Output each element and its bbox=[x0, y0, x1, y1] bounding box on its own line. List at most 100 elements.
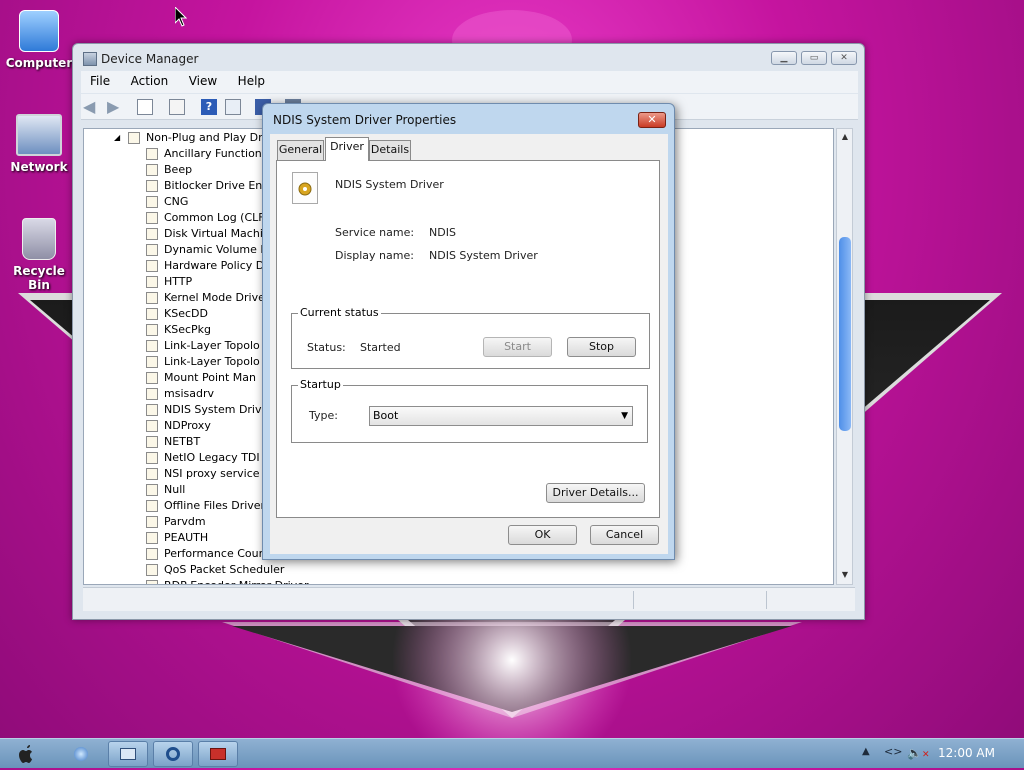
tab-driver[interactable]: Driver bbox=[325, 137, 369, 161]
startup-group: Startup Type: Boot ▼ bbox=[291, 378, 648, 443]
console-icon[interactable] bbox=[225, 99, 241, 115]
startup-type-select[interactable]: Boot ▼ bbox=[369, 406, 633, 426]
taskbar-search-button[interactable] bbox=[153, 741, 193, 767]
status-bar bbox=[83, 587, 855, 611]
driver-icon bbox=[146, 324, 158, 336]
tree-item-label: msisadrv bbox=[164, 387, 214, 400]
tree-item-label: Common Log (CLF bbox=[164, 211, 265, 224]
driver-icon bbox=[146, 196, 158, 208]
tree-item-label: Beep bbox=[164, 163, 193, 176]
window-title: Device Manager bbox=[101, 52, 199, 66]
scrollbar-thumb[interactable] bbox=[839, 237, 851, 431]
tree-parent-label: Non-Plug and Play Dr bbox=[146, 131, 263, 144]
clock[interactable]: 12:00 AM bbox=[938, 746, 995, 760]
driver-icon bbox=[146, 180, 158, 192]
driver-icon bbox=[146, 308, 158, 320]
desktop-icon-recycle-bin[interactable]: Recycle Bin bbox=[4, 218, 74, 292]
tree-item-label: Mount Point Man bbox=[164, 371, 256, 384]
start-button[interactable]: Start bbox=[483, 337, 552, 357]
driver-icon bbox=[146, 500, 158, 512]
startup-type-value: Boot bbox=[373, 409, 399, 422]
tree-item-label: Null bbox=[164, 483, 186, 496]
tree-item-label: QoS Packet Scheduler bbox=[164, 563, 285, 576]
recycle-bin-icon bbox=[22, 218, 56, 260]
driver-icon bbox=[146, 452, 158, 464]
scroll-down-arrow-icon[interactable]: ▼ bbox=[838, 568, 852, 582]
driver-icon bbox=[146, 516, 158, 528]
taskbar-device-manager-button[interactable] bbox=[198, 741, 238, 767]
dialog-body: General Driver Details NDIS System Drive… bbox=[270, 134, 668, 554]
minimize-button[interactable]: ▁ bbox=[771, 51, 797, 65]
tree-item-label: Dynamic Volume M bbox=[164, 243, 270, 256]
properties-icon[interactable] bbox=[137, 99, 153, 115]
ok-button[interactable]: OK bbox=[508, 525, 577, 545]
network-tray-icon[interactable]: <> bbox=[884, 745, 902, 758]
tree-item-label: Link-Layer Topolo bbox=[164, 339, 260, 352]
status-label: Status: bbox=[307, 341, 346, 354]
driver-gear-icon bbox=[292, 172, 318, 204]
tree-item-label: Bitlocker Drive Enc bbox=[164, 179, 269, 192]
service-name-label: Service name: bbox=[335, 226, 415, 239]
menu-view[interactable]: View bbox=[180, 71, 225, 88]
tree-item-label: CNG bbox=[164, 195, 189, 208]
tree-item-label: Performance Cour bbox=[164, 547, 264, 560]
driver-icon bbox=[146, 164, 158, 176]
forward-arrow-icon[interactable]: ▶ bbox=[107, 99, 123, 115]
driver-icon bbox=[146, 404, 158, 416]
tree-item-label: NetIO Legacy TDI S bbox=[164, 451, 271, 464]
taskbar-globe-button[interactable] bbox=[62, 741, 102, 767]
driver-icon bbox=[146, 276, 158, 288]
driver-icon bbox=[146, 532, 158, 544]
vertical-scrollbar[interactable]: ▲ ▼ bbox=[836, 128, 853, 585]
status-bar-divider bbox=[633, 591, 634, 609]
desktop-icon-network[interactable]: Network bbox=[4, 114, 74, 174]
close-button[interactable]: ✕ bbox=[831, 51, 857, 65]
tree-item-label: NDIS System Drive bbox=[164, 403, 269, 416]
desktop-icon-label: Computer bbox=[5, 56, 73, 70]
tree-item-label: Offline Files Driver bbox=[164, 499, 266, 512]
driver-icon bbox=[146, 260, 158, 272]
back-arrow-icon[interactable]: ◀ bbox=[83, 99, 99, 115]
driver-icon bbox=[146, 292, 158, 304]
show-hidden-icons-icon[interactable]: ▲ bbox=[862, 746, 870, 757]
service-name-value: NDIS bbox=[429, 226, 456, 239]
menu-action[interactable]: Action bbox=[122, 71, 177, 88]
tab-details[interactable]: Details bbox=[369, 140, 411, 160]
desktop-icon-label: Recycle Bin bbox=[13, 264, 65, 292]
tree-item-label: NDProxy bbox=[164, 419, 211, 432]
cancel-button[interactable]: Cancel bbox=[590, 525, 659, 545]
driver-icon bbox=[146, 244, 158, 256]
driver-icon bbox=[146, 340, 158, 352]
tree-item-label: Kernel Mode Drive bbox=[164, 291, 265, 304]
toolbox-icon bbox=[210, 748, 226, 760]
tree-item-label: Link-Layer Topolo bbox=[164, 355, 260, 368]
dialog-title: NDIS System Driver Properties bbox=[273, 113, 457, 127]
stop-button[interactable]: Stop bbox=[567, 337, 636, 357]
driver-icon bbox=[146, 468, 158, 480]
desktop-icon-computer[interactable]: Computer bbox=[4, 10, 74, 70]
driver-tab-pane: NDIS System Driver Service name: NDIS Di… bbox=[276, 160, 660, 518]
tree-item-label: HTTP bbox=[164, 275, 193, 288]
taskbar-window-button[interactable] bbox=[108, 741, 148, 767]
document-icon[interactable] bbox=[169, 99, 185, 115]
start-button[interactable] bbox=[8, 741, 48, 767]
menu-help[interactable]: Help bbox=[229, 71, 273, 88]
help-icon[interactable]: ? bbox=[201, 99, 217, 115]
type-label: Type: bbox=[309, 409, 338, 422]
driver-icon bbox=[146, 580, 158, 584]
scroll-up-arrow-icon[interactable]: ▲ bbox=[838, 130, 852, 144]
driver-icon bbox=[128, 132, 140, 144]
driver-details-button[interactable]: Driver Details... bbox=[546, 483, 645, 503]
tree-item-label: KSecDD bbox=[164, 307, 208, 320]
window-icon bbox=[120, 748, 136, 760]
menu-file[interactable]: File bbox=[81, 71, 118, 88]
maximize-button[interactable]: ▭ bbox=[801, 51, 827, 65]
volume-muted-icon[interactable]: 🔈✕ bbox=[907, 746, 930, 760]
expand-arrow-icon[interactable]: ◢ bbox=[114, 130, 120, 146]
dialog-close-button[interactable]: ✕ bbox=[638, 112, 666, 128]
display-name-value: NDIS System Driver bbox=[429, 249, 538, 262]
driver-icon bbox=[146, 436, 158, 448]
desktop-icon-label: Network bbox=[10, 160, 68, 174]
tab-general[interactable]: General bbox=[277, 140, 324, 160]
current-status-group: Current status Status: Started Start Sto… bbox=[291, 306, 650, 369]
